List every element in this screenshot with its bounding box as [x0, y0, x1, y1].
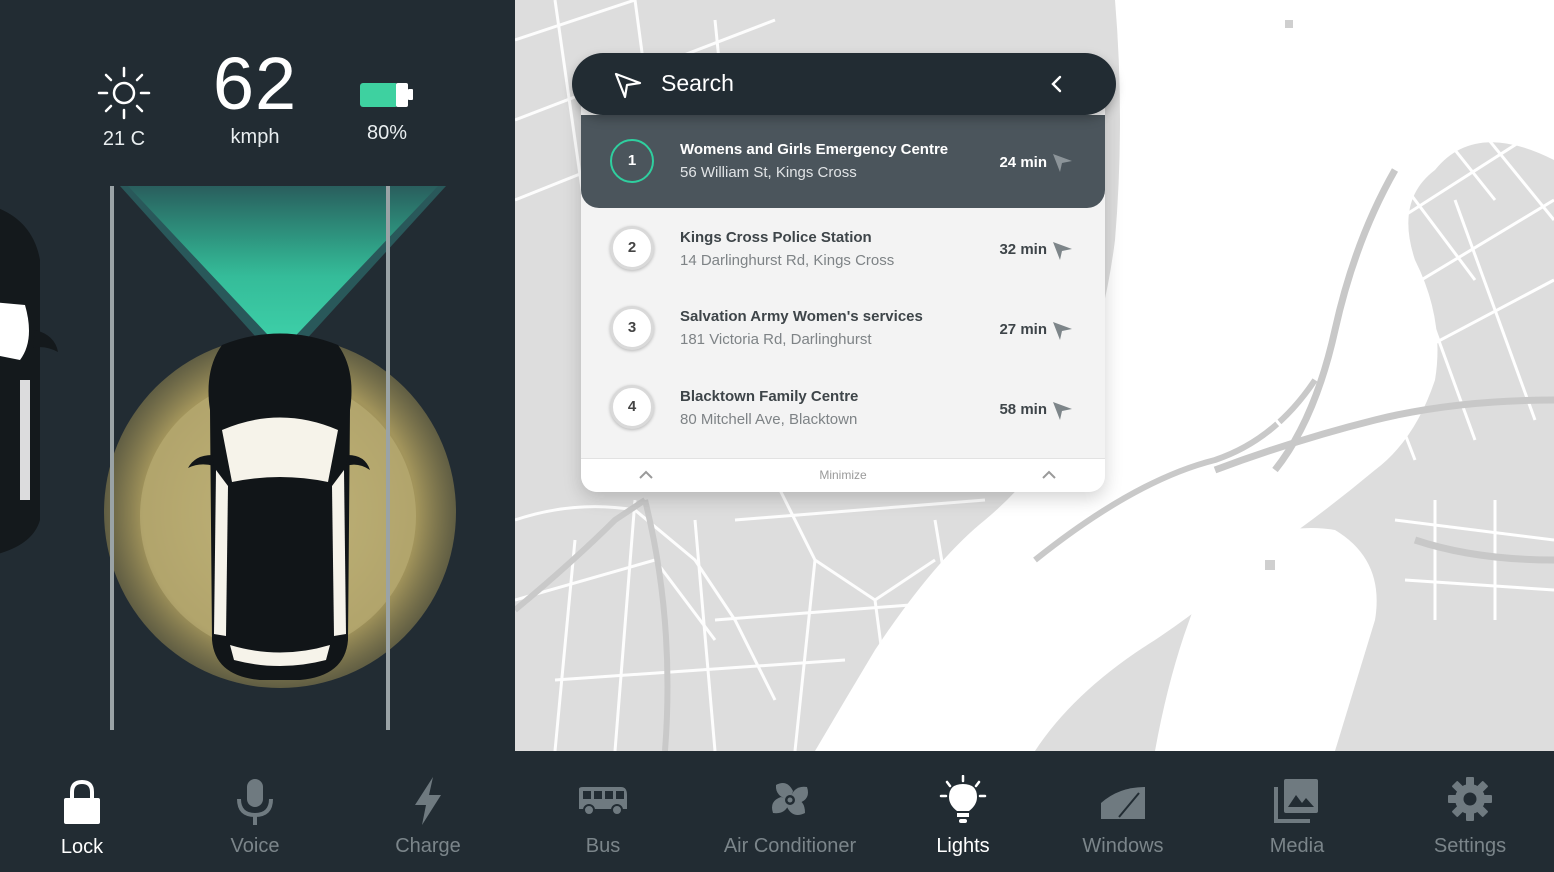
lightbulb-icon [939, 774, 987, 823]
result-address: 80 Mitchell Ave, Blacktown [680, 411, 858, 428]
chevron-left-icon[interactable] [1046, 73, 1068, 95]
navigate-icon[interactable] [1051, 319, 1073, 341]
battery-icon [360, 83, 413, 107]
nav-label: Media [1269, 835, 1325, 857]
fan-icon [772, 783, 808, 815]
result-number: 1 [610, 139, 654, 183]
minimize-label: Minimize [819, 468, 867, 482]
nav-voice[interactable]: Voice [195, 751, 315, 872]
temperature-readout: 21 C [88, 66, 160, 151]
nav-lock[interactable]: Lock [22, 751, 142, 872]
nav-label: Lock [60, 836, 104, 858]
result-number: 2 [610, 226, 654, 270]
temperature-value: 21 C [102, 128, 146, 150]
result-item-2[interactable]: 2 Kings Cross Police Station 14 Darlingh… [581, 208, 1105, 288]
result-item-1[interactable]: 1 Womens and Girls Emergency Centre 56 W… [581, 115, 1105, 208]
navigation-arrow-icon [614, 72, 642, 99]
result-title: Womens and Girls Emergency Centre [680, 141, 949, 158]
result-eta: 27 min [999, 321, 1047, 338]
nav-label: Windows [1082, 835, 1164, 857]
media-icon [1274, 779, 1318, 823]
window-icon [1101, 787, 1145, 819]
speed-unit: kmph [230, 126, 280, 148]
nav-lights[interactable]: Lights [903, 751, 1023, 872]
lane-line-right [386, 186, 390, 730]
vehicle-top-view [188, 333, 370, 680]
result-title: Kings Cross Police Station [680, 229, 872, 246]
search-results-panel: 1 Womens and Girls Emergency Centre 56 W… [581, 90, 1105, 492]
chevron-up-icon [1042, 470, 1056, 479]
nav-settings[interactable]: Settings [1410, 751, 1530, 872]
adjacent-car [0, 209, 58, 554]
nav-label: Settings [1433, 835, 1507, 857]
result-address: 56 William St, Kings Cross [680, 164, 857, 181]
navigate-icon[interactable] [1051, 239, 1073, 261]
vehicle-status-panel: 21 C 62 kmph 80% [0, 0, 515, 751]
sun-icon [97, 66, 151, 120]
nav-air-conditioner[interactable]: Air Conditioner [712, 751, 868, 872]
battery-value: 80% [366, 122, 408, 144]
result-item-4[interactable]: 4 Blacktown Family Centre 80 Mitchell Av… [581, 368, 1105, 448]
battery-readout: 80% [350, 80, 424, 145]
result-number: 3 [610, 306, 654, 350]
result-address: 14 Darlinghurst Rd, Kings Cross [680, 252, 895, 269]
lane-line-left [110, 186, 114, 730]
speed-value: 62 [212, 42, 298, 125]
bus-icon [579, 787, 627, 816]
lightning-icon [415, 777, 441, 825]
nav-windows[interactable]: Windows [1063, 751, 1183, 872]
search-label: Search [661, 70, 734, 96]
result-eta: 32 min [999, 241, 1047, 258]
nav-media[interactable]: Media [1237, 751, 1357, 872]
nav-label: Air Conditioner [723, 835, 857, 857]
result-number: 4 [610, 385, 654, 429]
result-eta: 58 min [999, 401, 1047, 418]
result-eta: 24 min [999, 154, 1047, 171]
nav-label: Bus [585, 835, 621, 857]
navigate-icon[interactable] [1051, 399, 1073, 421]
minimize-button[interactable]: Minimize [581, 458, 1105, 492]
gear-icon [1448, 777, 1492, 821]
result-title: Blacktown Family Centre [680, 388, 859, 405]
result-title: Salvation Army Women's services [680, 308, 923, 325]
bottom-navigation: Lock Voice Charge Bus Air Conditioner Li… [0, 751, 1554, 872]
nav-charge[interactable]: Charge [368, 751, 488, 872]
microphone-icon [237, 779, 273, 825]
navigate-icon[interactable] [1051, 151, 1073, 173]
headlight-beam [128, 186, 438, 350]
search-bar[interactable]: Search [572, 53, 1116, 115]
speed-readout: 62 kmph [200, 44, 310, 149]
nav-label: Lights [936, 835, 990, 857]
nav-bus[interactable]: Bus [543, 751, 663, 872]
nav-label: Charge [395, 835, 461, 857]
nav-label: Voice [230, 835, 280, 857]
result-address: 181 Victoria Rd, Darlinghurst [680, 331, 872, 348]
car-dashboard: 21 C 62 kmph 80% 1 Womens and Girls Emer… [0, 0, 1554, 872]
result-item-3[interactable]: 3 Salvation Army Women's services 181 Vi… [581, 288, 1105, 368]
lock-icon [64, 779, 100, 824]
